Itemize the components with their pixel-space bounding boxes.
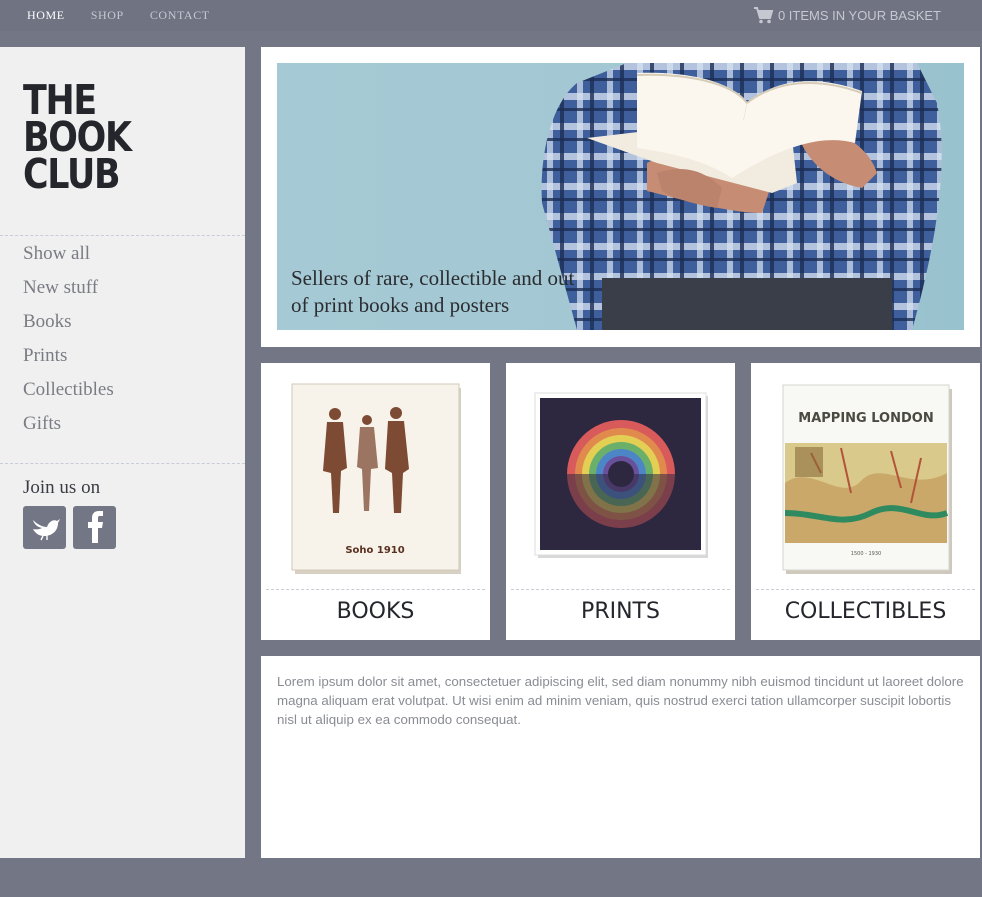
menu-item-show-all[interactable]: Show all bbox=[23, 240, 114, 274]
collectibles-cover-subtitle: 1500 - 1930 bbox=[851, 551, 881, 557]
facebook-button[interactable] bbox=[73, 506, 116, 549]
books-cover-image: Soho 1910 bbox=[291, 383, 461, 574]
sidebar-divider bbox=[0, 463, 245, 464]
cart-icon bbox=[753, 6, 774, 24]
card-divider bbox=[266, 589, 485, 590]
category-menu: Show all New stuff Books Prints Collecti… bbox=[23, 240, 114, 444]
hero-caption: Sellers of rare, collectible and out of … bbox=[291, 265, 591, 319]
hero-caption-line: of print books and posters bbox=[291, 293, 510, 317]
main-nav: HOME SHOP CONTACT bbox=[27, 8, 210, 23]
join-us-label: Join us on bbox=[23, 477, 101, 498]
prints-cover-image bbox=[534, 392, 708, 558]
menu-item-new-stuff[interactable]: New stuff bbox=[23, 274, 114, 308]
logo-line: CLUB bbox=[23, 150, 121, 198]
twitter-bird-icon bbox=[29, 511, 61, 545]
category-card-collectibles[interactable]: MAPPING LONDON 1500 - 1930 COLLECTIBLES bbox=[751, 363, 980, 640]
intro-text-panel: Lorem ipsum dolor sit amet, consectetuer… bbox=[261, 656, 980, 858]
hero-banner: Sellers of rare, collectible and out of … bbox=[277, 63, 964, 330]
card-divider bbox=[511, 589, 730, 590]
collectibles-cover-title: MAPPING LONDON bbox=[798, 411, 933, 426]
category-card-books[interactable]: Soho 1910 BOOKS bbox=[261, 363, 490, 640]
twitter-button[interactable] bbox=[23, 506, 66, 549]
category-card-prints[interactable]: PRINTS bbox=[506, 363, 735, 640]
category-label-prints[interactable]: PRINTS bbox=[506, 599, 735, 624]
hero-caption-line: Sellers of rare, collectible and out bbox=[291, 266, 575, 290]
basket-count-label: 0 ITEMS IN YOUR BASKET bbox=[777, 7, 941, 23]
sidebar: THE BOOK CLUB Show all New stuff Books P… bbox=[0, 47, 245, 858]
facebook-icon bbox=[83, 509, 107, 547]
top-nav-bar: HOME SHOP CONTACT 0 ITEMS IN YOUR BASKET bbox=[0, 0, 982, 31]
card-divider bbox=[756, 589, 975, 590]
sidebar-divider bbox=[0, 235, 245, 236]
social-links bbox=[23, 506, 116, 549]
menu-item-collectibles[interactable]: Collectibles bbox=[23, 376, 114, 410]
hero-panel: Sellers of rare, collectible and out of … bbox=[261, 47, 980, 347]
site-logo[interactable]: THE BOOK CLUB bbox=[23, 80, 132, 198]
category-label-collectibles[interactable]: COLLECTIBLES bbox=[751, 599, 980, 624]
category-label-books[interactable]: BOOKS bbox=[261, 599, 490, 624]
books-cover-text: Soho 1910 bbox=[345, 545, 404, 556]
intro-paragraph: Lorem ipsum dolor sit amet, consectetuer… bbox=[277, 674, 964, 727]
menu-item-prints[interactable]: Prints bbox=[23, 342, 114, 376]
nav-shop-link[interactable]: SHOP bbox=[91, 8, 124, 23]
basket-link[interactable]: 0 ITEMS IN YOUR BASKET bbox=[753, 6, 941, 24]
menu-item-gifts[interactable]: Gifts bbox=[23, 410, 114, 444]
nav-contact-link[interactable]: CONTACT bbox=[150, 8, 210, 23]
collectibles-cover-image: MAPPING LONDON 1500 - 1930 bbox=[782, 384, 952, 574]
menu-item-books[interactable]: Books bbox=[23, 308, 114, 342]
nav-home-link[interactable]: HOME bbox=[27, 8, 65, 23]
